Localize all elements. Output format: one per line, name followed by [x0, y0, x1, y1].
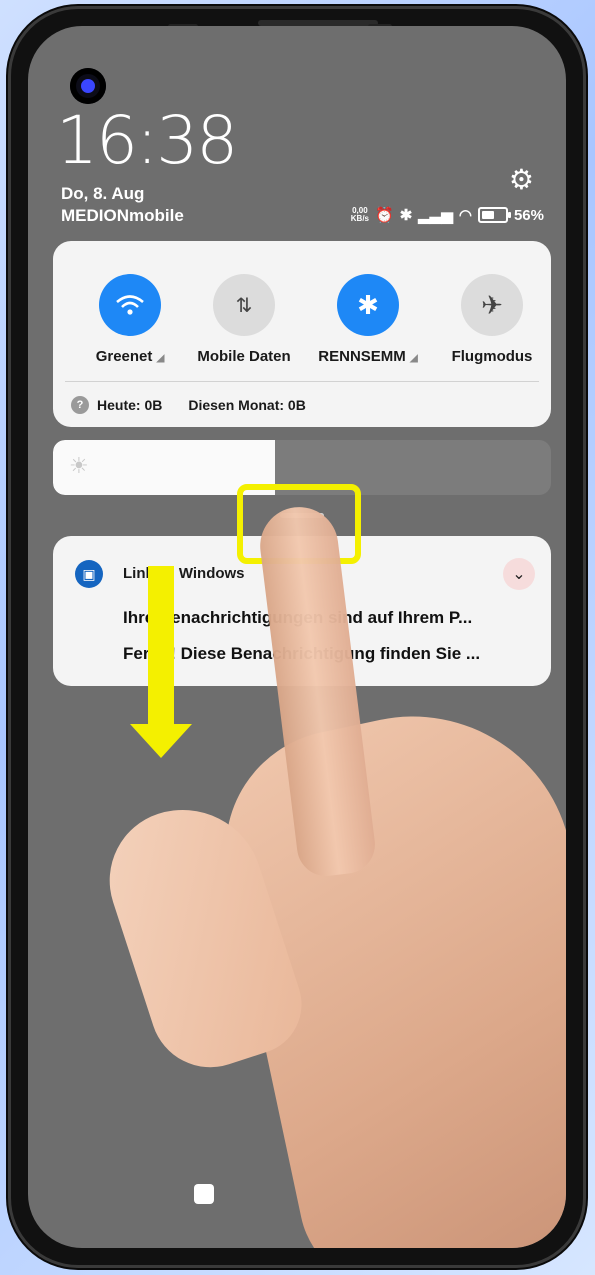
toggle-label-airplane: Flugmodus: [451, 348, 533, 365]
front-camera: [70, 68, 106, 104]
mobile-data-icon[interactable]: ⇅: [213, 274, 275, 336]
chevron-down-icon[interactable]: ⌄: [503, 558, 535, 590]
swipe-arrow-shaft: [148, 566, 174, 726]
signal-icon: ▂▃▅: [418, 207, 453, 224]
date-label: Do, 8. Aug: [61, 184, 145, 203]
sun-icon: ☀: [69, 453, 89, 478]
carrier-label: MEDIONmobile: [61, 206, 184, 225]
battery-icon: [477, 207, 511, 223]
swipe-arrow-head: [130, 724, 192, 758]
toggle-wifi[interactable]: Greenet ◢: [70, 274, 190, 365]
help-icon[interactable]: ?: [71, 396, 89, 414]
toggle-mobile-data[interactable]: ⇅ Mobile Daten: [184, 274, 304, 365]
toggle-airplane[interactable]: ✈ Flugmodus: [432, 274, 552, 365]
data-usage-row: ? Heute: 0B Diesen Monat: 0B: [71, 396, 306, 414]
status-icons: 0,00 KB/s ⏰ ✱ ▂▃▅ ◠ 56%: [350, 206, 544, 225]
bluetooth-icon[interactable]: ✱: [337, 274, 399, 336]
usage-today: Heute: 0B: [97, 397, 163, 413]
quick-settings-panel: Greenet ◢ ⇅ Mobile Daten ✱ RENNSEMM ◢ ✈ …: [53, 241, 551, 427]
link-to-windows-app-icon: ▣: [75, 560, 103, 588]
toggle-label-mobile-data: Mobile Daten: [197, 348, 291, 365]
toggle-label-wifi: Greenet: [95, 348, 153, 365]
toggle-bluetooth[interactable]: ✱ RENNSEMM ◢: [308, 274, 428, 365]
clock: 16:38: [56, 102, 238, 179]
wifi-status-icon: ◠: [458, 207, 472, 224]
screen: 16:38 Do, 8. Aug MEDIONmobile ⚙ 0,00 KB/s…: [28, 26, 566, 1248]
divider: [65, 381, 539, 382]
toggle-label-bluetooth: RENNSEMM: [318, 348, 406, 365]
phone-frame: 16:38 Do, 8. Aug MEDIONmobile ⚙ 0,00 KB/s…: [8, 6, 586, 1268]
gear-icon[interactable]: ⚙: [509, 163, 534, 196]
wifi-icon[interactable]: [99, 274, 161, 336]
alarm-icon: ⏰: [375, 207, 394, 224]
network-speed: 0,00 KB/s: [350, 206, 369, 223]
usage-month: Diesen Monat: 0B: [188, 397, 306, 413]
notification-app-name: Link zu Windows: [123, 565, 245, 582]
bluetooth-status-icon: ✱: [399, 207, 413, 224]
battery-percent: 56%: [513, 206, 544, 224]
airplane-icon[interactable]: ✈: [461, 274, 523, 336]
home-button[interactable]: [194, 1184, 214, 1204]
